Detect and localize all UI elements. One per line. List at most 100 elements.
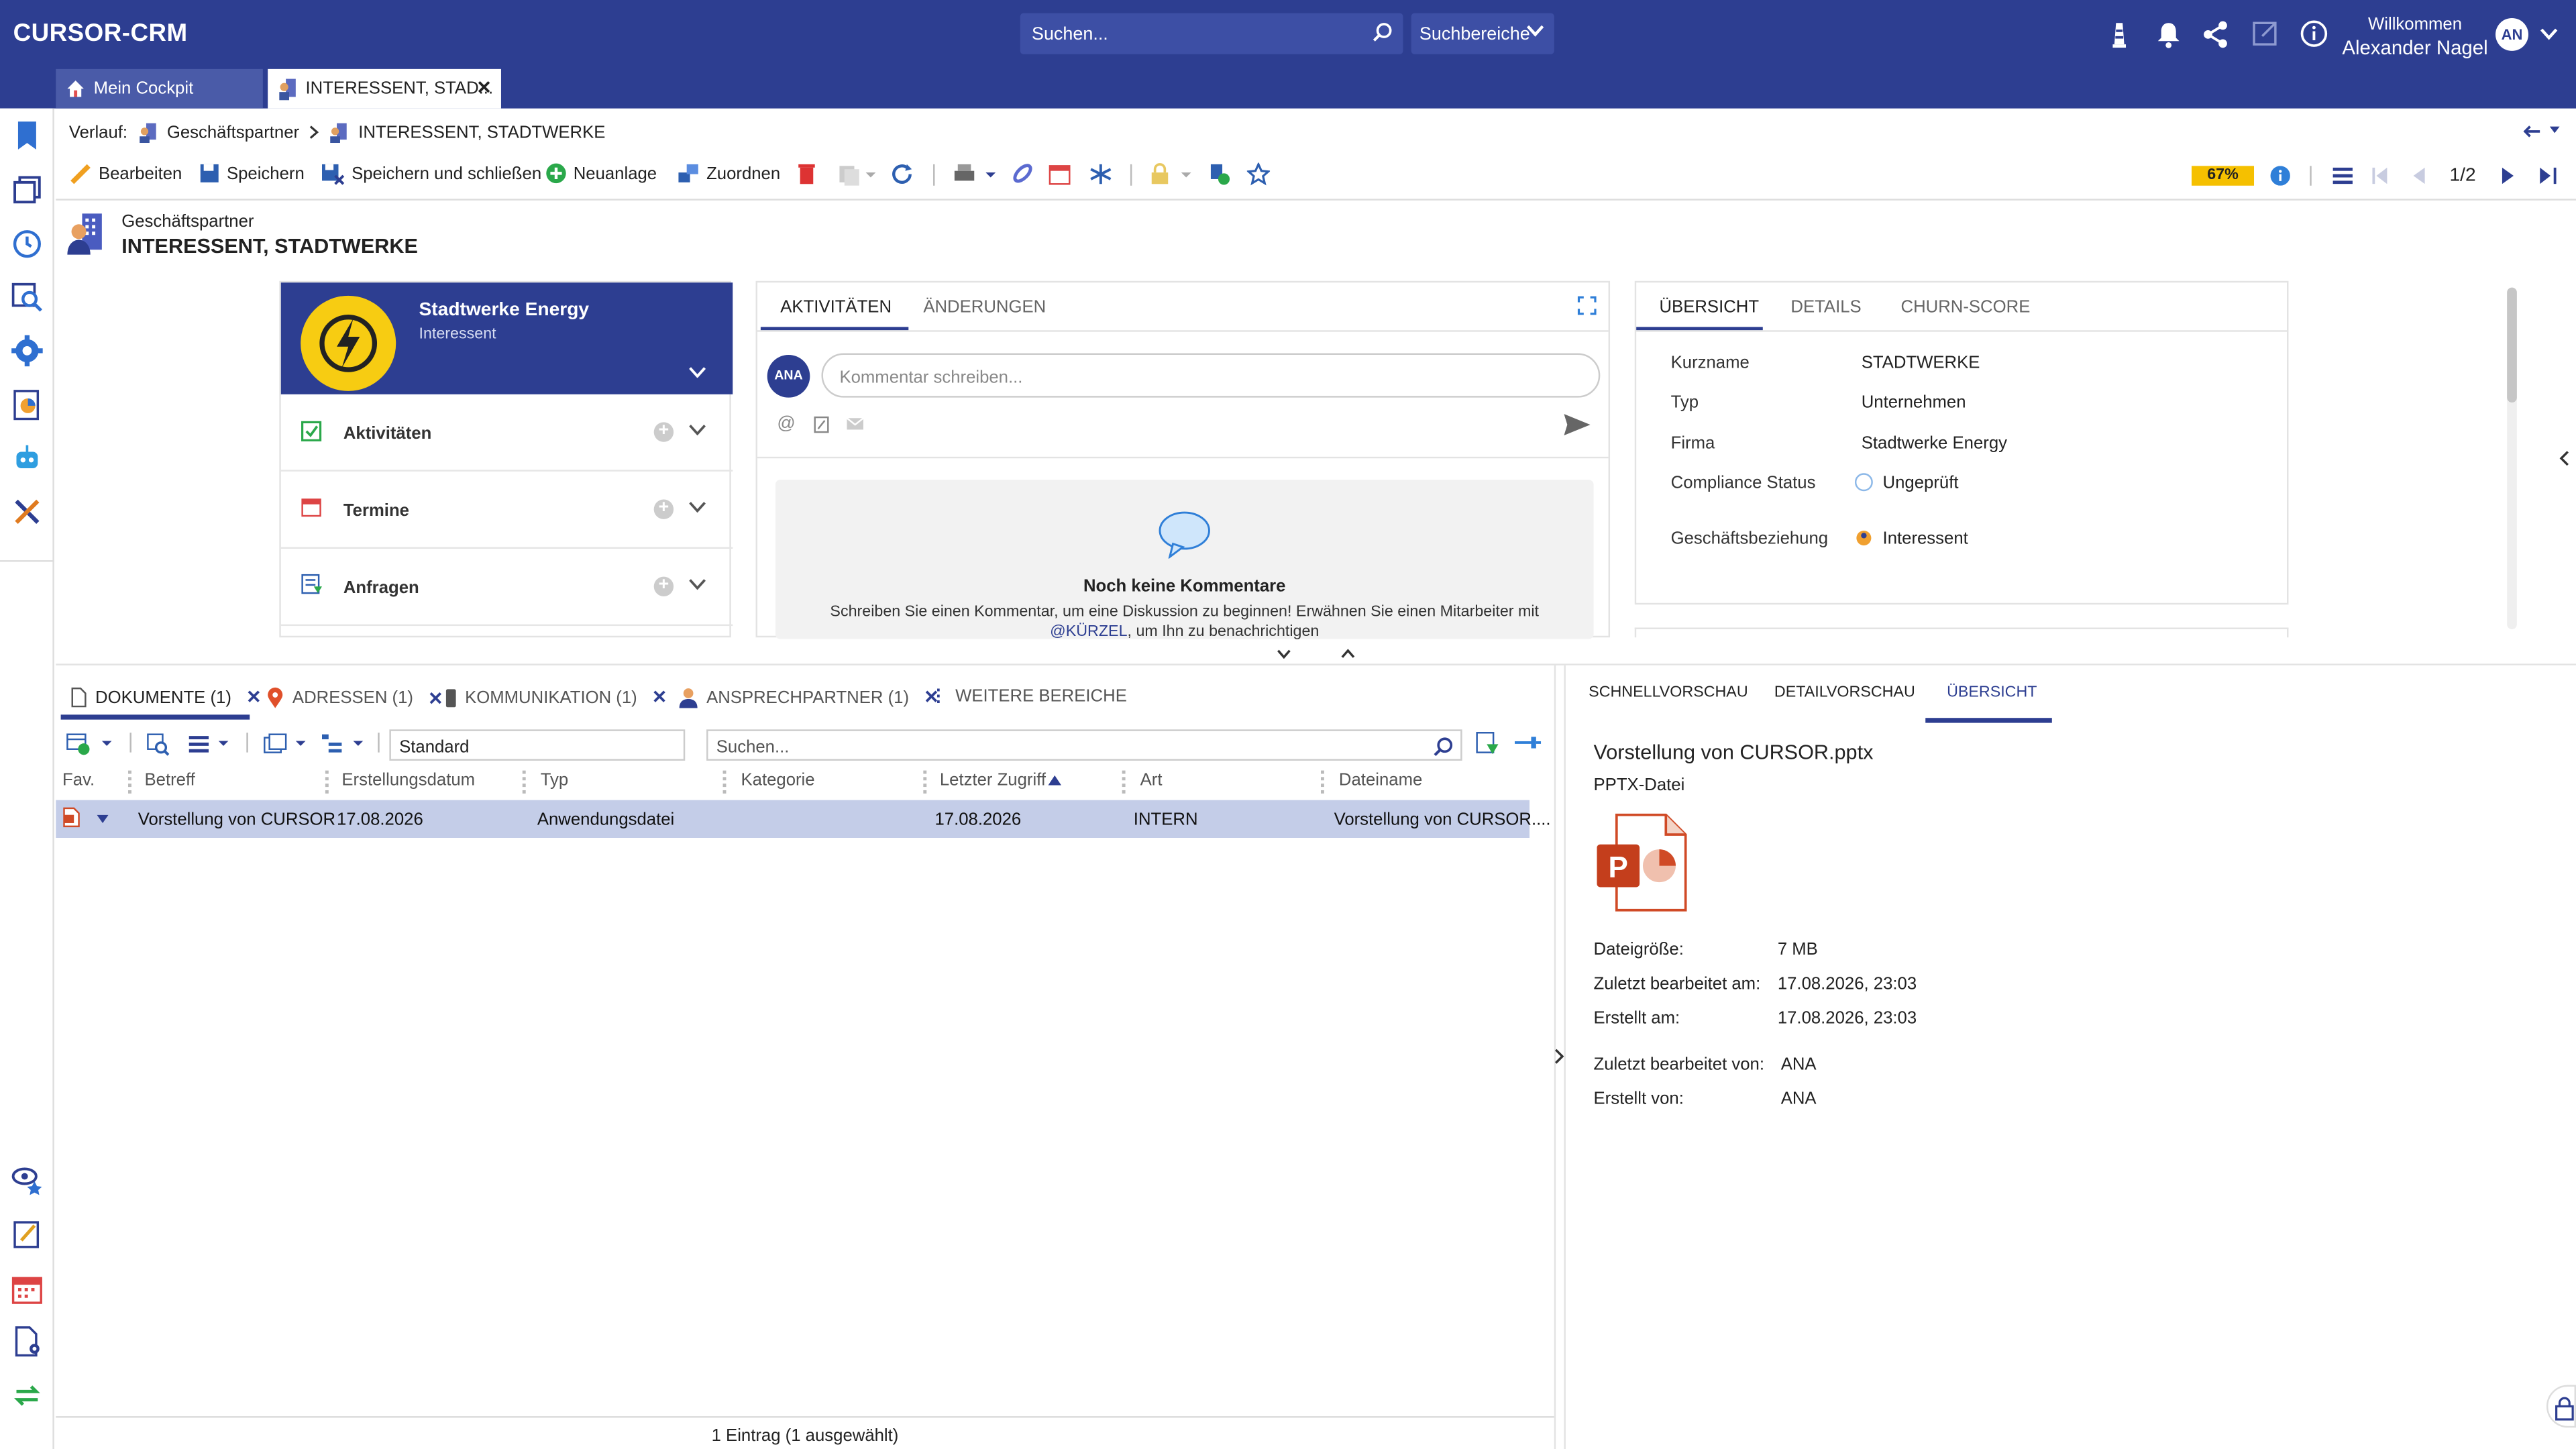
close-tab-icon[interactable]: ✕ [476,77,492,99]
new-record-button[interactable]: Neuanlage [545,162,657,184]
scrollbar-thumb[interactable] [2507,287,2517,403]
search-area-dropdown[interactable]: Suchbereiche [1411,13,1554,54]
column-header-dateiname[interactable]: Dateiname [1339,771,1422,790]
last-page-icon[interactable] [2540,167,2557,184]
tab-schnellvorschau[interactable]: SCHNELLVORSCHAU [1589,684,1748,702]
document-settings-icon[interactable] [10,1324,44,1358]
watch-list-icon[interactable] [10,1161,44,1195]
breadcrumb-item-current[interactable]: INTERESSENT, STADTWERKE [358,122,605,142]
task-icon[interactable] [813,416,829,434]
network-icon[interactable] [1089,162,1112,185]
lock-dropdown-icon[interactable] [1148,162,1195,185]
tree-view-dropdown-icon[interactable] [321,733,370,755]
edit-note-icon[interactable] [10,1218,44,1252]
row-menu-caret-icon[interactable] [97,814,109,823]
robot-assistant-icon[interactable] [10,442,44,476]
copy-dropdown-icon[interactable] [837,162,879,186]
search-list-icon[interactable] [10,279,44,313]
chevron-down-icon[interactable] [688,501,706,513]
section-anfragen[interactable]: Anfragen + [280,550,733,627]
tab-detailvorschau[interactable]: DETAILVORSCHAU [1774,684,1915,702]
global-search-input[interactable]: Suchen... [1020,13,1403,54]
section-termine[interactable]: Termine + [280,473,733,549]
tab-preview-uebersicht[interactable]: ÜBERSICHT [1947,684,2037,702]
add-icon[interactable]: + [653,576,674,596]
comment-input[interactable]: Kommentar schreiben... [821,353,1601,398]
delete-icon[interactable] [797,162,816,185]
sort-ascending-icon[interactable] [1048,775,1062,786]
attachment-icon[interactable] [1012,162,1034,184]
email-icon[interactable] [846,417,864,431]
column-header-art[interactable]: Art [1140,771,1163,790]
column-header-erstellungsdatum[interactable]: Erstellungsdatum [341,771,475,790]
tab-kommunikation[interactable]: KOMMUNIKATION (1) ✕ [445,687,667,708]
document-search-input[interactable]: Suchen... [706,729,1462,761]
assign-button[interactable]: Zuordnen [677,162,780,184]
previous-page-icon[interactable] [2413,167,2425,184]
list-menu-dropdown-icon[interactable] [189,735,235,754]
expand-pane-icon[interactable] [1554,1048,1564,1064]
collapse-panel-icon[interactable] [2559,450,2570,466]
print-dropdown-icon[interactable] [953,162,999,185]
column-separator[interactable] [522,770,526,794]
notification-bell-icon[interactable] [2155,19,2182,49]
list-view-icon[interactable] [2332,167,2353,184]
panel-splitter[interactable] [56,644,2576,665]
next-page-icon[interactable] [2502,167,2514,184]
refresh-icon[interactable] [890,162,913,185]
view-selector[interactable]: Standard [389,729,686,761]
column-header-fav[interactable]: Fav. [62,771,95,790]
fullscreen-icon[interactable] [1577,296,1597,315]
save-and-close-button[interactable]: Speichern und schließen [321,162,541,185]
search-icon[interactable] [1372,21,1393,43]
tab-mein-cockpit[interactable]: Mein Cockpit [56,68,263,109]
tab-aenderungen[interactable]: ÄNDERUNGEN [923,297,1046,317]
tab-uebersicht[interactable]: ÜBERSICHT [1659,297,1759,317]
cell-betreff[interactable]: Vorstellung von CURSOR [138,810,335,829]
report-chart-icon[interactable] [10,388,44,422]
chevron-down-icon[interactable] [688,424,706,435]
calendar-icon[interactable] [10,1272,44,1306]
breadcrumb-item-geschaeftspartner[interactable]: Geschäftspartner [167,122,299,142]
tab-adressen[interactable]: ADRESSEN (1) ✕ [266,687,443,710]
history-icon[interactable] [10,227,44,261]
app-logo[interactable]: CURSOR-CRM [13,19,188,48]
column-separator[interactable] [923,770,927,794]
tab-aktivitaeten[interactable]: AKTIVITÄTEN [780,297,892,317]
settings-gear-icon[interactable] [10,333,44,368]
info-icon[interactable] [2300,19,2328,48]
tab-ansprechpartner[interactable]: ANSPRECHPARTNER (1) ✕ [678,687,939,708]
send-icon[interactable] [1564,414,1591,435]
bookmark-icon[interactable] [10,118,44,152]
add-icon[interactable]: + [653,421,674,442]
first-page-icon[interactable] [2372,167,2388,184]
chevron-down-icon[interactable] [688,366,706,378]
column-separator[interactable] [1320,770,1324,794]
share-icon[interactable] [2202,19,2230,49]
column-header-betreff[interactable]: Betreff [145,771,195,790]
tab-interessent-stadtwerke[interactable]: INTERESSENT, STAD... ✕ [268,68,501,109]
close-tab-icon[interactable]: ✕ [428,688,443,708]
column-separator[interactable] [128,770,131,794]
copy-dropdown-icon[interactable] [263,733,312,755]
section-aktivitaeten[interactable]: Aktivitäten + [280,396,733,472]
column-separator[interactable] [325,770,329,794]
chevron-down-icon[interactable] [688,578,706,590]
tools-icon[interactable] [10,494,44,529]
column-header-letzter-zugriff[interactable]: Letzter Zugriff [940,771,1046,790]
edit-button[interactable]: Bearbeiten [69,162,182,185]
info-circle-icon[interactable] [2270,166,2290,186]
search-icon[interactable] [1433,736,1454,757]
user-avatar[interactable]: AN [2496,17,2529,51]
column-separator[interactable] [722,770,727,794]
lighthouse-icon[interactable] [2108,19,2131,49]
column-header-kategorie[interactable]: Kategorie [741,771,814,790]
add-icon[interactable]: + [653,498,674,519]
save-button[interactable]: Speichern [199,162,305,184]
pin-icon[interactable] [1514,735,1542,751]
column-separator[interactable] [1122,770,1126,794]
user-menu-chevron-icon[interactable] [2540,28,2558,42]
external-link-icon[interactable] [2253,19,2279,46]
tab-details[interactable]: DETAILS [1790,297,1861,317]
windows-icon[interactable] [10,172,44,207]
